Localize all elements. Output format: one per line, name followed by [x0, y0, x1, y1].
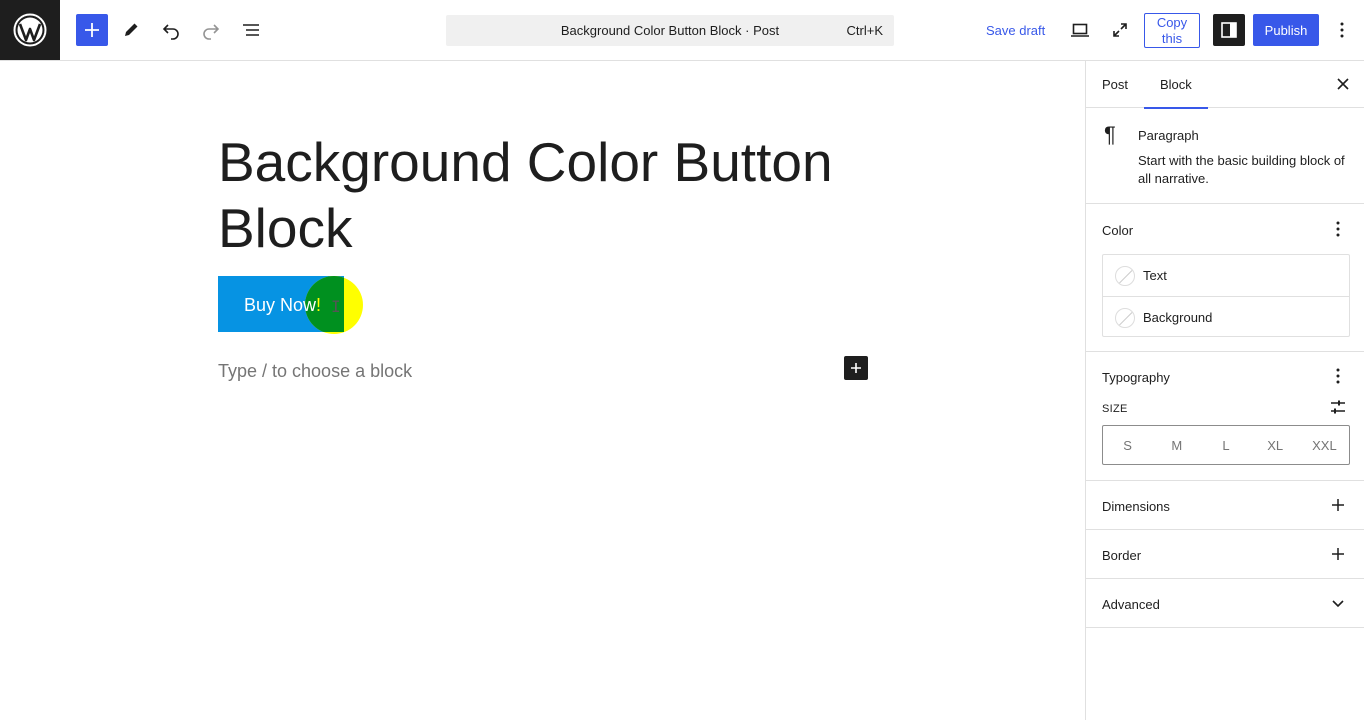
text-cursor-icon: I: [331, 297, 341, 316]
sidebar-toggle-icon: [1221, 22, 1237, 38]
add-block-button[interactable]: [844, 356, 868, 380]
paragraph-icon: ¶: [1104, 122, 1116, 147]
laptop-icon: [1071, 23, 1089, 37]
editor-header: Background Color Button Block · Post Ctr…: [0, 0, 1364, 61]
block-card-title: Paragraph: [1138, 128, 1199, 143]
close-sidebar-button[interactable]: [1330, 71, 1356, 97]
typography-options-button[interactable]: [1326, 364, 1350, 388]
chevron-down-icon: [1332, 600, 1344, 608]
undo-icon: [162, 24, 179, 40]
button-block-label[interactable]: Buy Now!: [244, 295, 321, 316]
font-size-xxl[interactable]: XXL: [1300, 426, 1349, 464]
button-label-tail: !: [316, 295, 322, 315]
command-palette-bar[interactable]: Background Color Button Block · Post Ctr…: [446, 15, 894, 46]
border-panel[interactable]: Border: [1086, 530, 1364, 579]
color-item-background[interactable]: Background: [1103, 296, 1349, 337]
document-overview-button[interactable]: [235, 14, 267, 46]
plus-icon: [1332, 548, 1344, 560]
preview-button[interactable]: [1064, 14, 1096, 46]
more-vertical-icon: [1340, 22, 1344, 38]
wordpress-logo-icon: [13, 13, 47, 47]
plus-icon: [1332, 499, 1344, 511]
publish-button[interactable]: Publish: [1253, 14, 1319, 46]
shortcut-hint: Ctrl+K: [846, 23, 883, 38]
dimensions-panel-title: Dimensions: [1102, 499, 1170, 514]
font-size-label: SIZE: [1102, 403, 1128, 415]
button-label-main: Buy Now: [244, 295, 317, 315]
redo-icon: [203, 24, 220, 40]
color-panel: Color Text Background: [1086, 204, 1364, 352]
dimensions-add-button[interactable]: [1326, 493, 1350, 517]
document-title: Background Color Button Block · Post: [560, 23, 780, 38]
color-settings-list: Text Background: [1102, 254, 1350, 337]
color-item-label: Text: [1143, 268, 1167, 283]
sidebar-tabs: Post Block: [1086, 61, 1364, 109]
dimensions-panel[interactable]: Dimensions: [1086, 481, 1364, 530]
border-add-button[interactable]: [1326, 542, 1350, 566]
empty-swatch-icon: [1115, 266, 1135, 286]
save-draft-button[interactable]: Save draft: [976, 16, 1055, 44]
plus-icon: [851, 363, 861, 373]
advanced-panel-title: Advanced: [1102, 597, 1160, 612]
typography-panel-title: Typography: [1102, 370, 1170, 385]
color-item-label: Background: [1143, 310, 1213, 325]
fullscreen-icon: [1113, 23, 1127, 37]
tab-block[interactable]: Block: [1144, 61, 1208, 109]
font-size-xl[interactable]: XL: [1251, 426, 1300, 464]
empty-block-placeholder[interactable]: Type / to choose a block: [218, 361, 412, 382]
copy-this-button[interactable]: Copy this: [1144, 13, 1200, 48]
font-size-m[interactable]: M: [1152, 426, 1201, 464]
close-icon: [1337, 78, 1349, 90]
editor-canvas: Background Color Button Block Buy Now! I…: [0, 61, 1085, 720]
typography-panel: Typography SIZE S M L XL XXL: [1086, 352, 1364, 481]
post-title[interactable]: Background Color Button Block: [218, 129, 878, 261]
font-size-picker: S M L XL XXL: [1102, 425, 1350, 465]
fullscreen-button[interactable]: [1104, 14, 1136, 46]
color-panel-title: Color: [1102, 223, 1134, 238]
tools-button[interactable]: [115, 14, 147, 46]
color-item-text[interactable]: Text: [1103, 255, 1349, 296]
custom-size-toggle[interactable]: [1326, 395, 1350, 419]
undo-button[interactable]: [155, 14, 187, 46]
more-vertical-icon: [1336, 221, 1340, 237]
advanced-toggle-button[interactable]: [1326, 591, 1350, 615]
options-menu-button[interactable]: [1326, 14, 1358, 46]
border-panel-title: Border: [1102, 548, 1142, 563]
font-size-l[interactable]: L: [1201, 426, 1250, 464]
advanced-panel[interactable]: Advanced: [1086, 579, 1364, 628]
block-inserter-button[interactable]: [76, 14, 108, 46]
empty-swatch-icon: [1115, 308, 1135, 328]
more-vertical-icon: [1336, 368, 1340, 384]
tab-post[interactable]: Post: [1086, 61, 1144, 108]
settings-toggle-button[interactable]: [1213, 14, 1245, 46]
font-size-s[interactable]: S: [1103, 426, 1152, 464]
block-card-description: Start with the basic building block of a…: [1138, 153, 1345, 186]
pencil-icon: [125, 23, 138, 36]
block-card: ¶ Paragraph Start with the basic buildin…: [1086, 108, 1364, 204]
settings-sidebar: Post Block ¶ Paragraph Start with the ba…: [1085, 61, 1364, 720]
list-view-icon: [243, 24, 259, 36]
redo-button[interactable]: [195, 14, 227, 46]
color-options-button[interactable]: [1326, 217, 1350, 241]
wordpress-logo-button[interactable]: [0, 0, 60, 60]
plus-icon: [85, 23, 99, 37]
settings-sliders-icon: [1331, 400, 1345, 414]
